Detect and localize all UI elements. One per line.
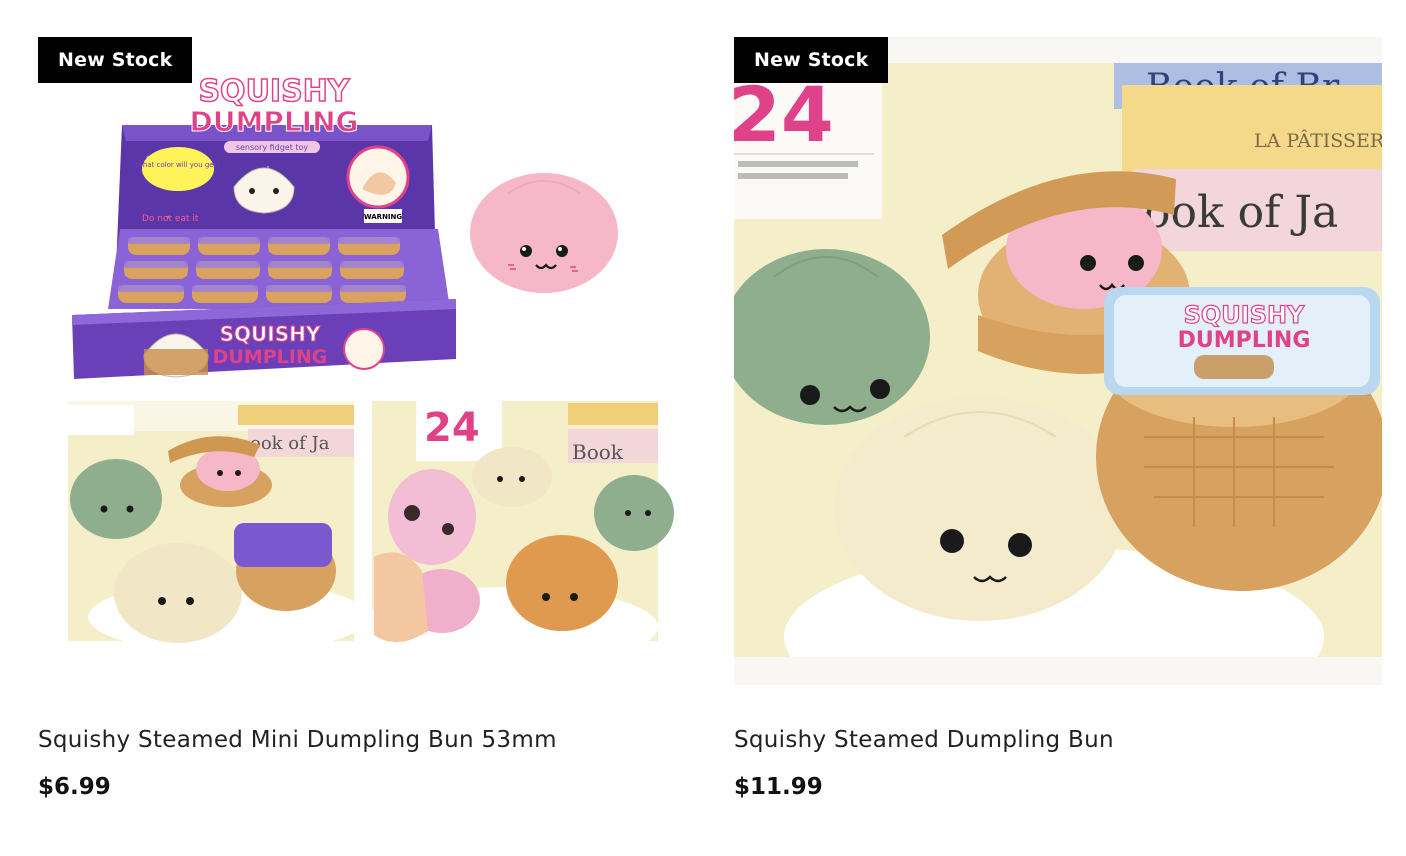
box-bubble-text: What color will you get?: [136, 161, 220, 169]
box-warning-text: Do not eat it: [142, 214, 199, 224]
books: Book of Br LA PÂTISSER ook of Ja: [1114, 63, 1382, 251]
product-title[interactable]: Squishy Steamed Dumpling Bun: [734, 727, 1382, 753]
box-tagline: sensory fidget toy: [236, 143, 309, 152]
product-image-link[interactable]: New Stock SQUISHY DUMPLING sensory fidge…: [38, 37, 686, 685]
box-front-logo-line2: DUMPLING: [213, 346, 328, 368]
new-stock-badge: New Stock: [38, 37, 193, 83]
box-front-logo-line1: SQUISHY: [220, 322, 321, 346]
product-title[interactable]: Squishy Steamed Mini Dumpling Bun 53mm: [38, 727, 686, 753]
box-logo-line2: DUMPLING: [189, 105, 358, 138]
boxed-steamer: SQUISHY DUMPLING: [1096, 287, 1382, 591]
product-image-link[interactable]: New Stock Book of Br LA PÂTISSER ook of …: [734, 37, 1382, 685]
lifestyle-photo-left: ook of Ja: [68, 401, 368, 653]
product-image-collage: SQUISHY DUMPLING sensory fidget toy What…: [68, 73, 674, 667]
calendar-number: 24: [734, 70, 834, 159]
cream-bun: [834, 397, 1126, 621]
pink-bun-photo: [470, 173, 618, 293]
product-card[interactable]: New Stock Book of Br LA PÂTISSER ook of …: [734, 37, 1382, 800]
product-price: $11.99: [734, 774, 823, 800]
box-warning-label: WARNING: [364, 213, 403, 221]
box-logo-line1: SQUISHY: [198, 74, 350, 109]
product-price: $6.99: [38, 774, 111, 800]
product-image-photo: Book of Br LA PÂTISSER ook of Ja 24: [734, 37, 1382, 685]
svg-text:24: 24: [424, 405, 480, 451]
svg-text:Book: Book: [572, 440, 624, 464]
lifestyle-photo-right: 24 Book: [358, 401, 674, 667]
calendar-card: 24: [734, 63, 882, 219]
sleeve-logo-line1: SQUISHY: [1184, 301, 1305, 329]
sleeve-logo-line2: DUMPLING: [1178, 328, 1311, 353]
book-text-2: LA PÂTISSER: [1254, 129, 1382, 152]
svg-text:ook of Ja: ook of Ja: [250, 433, 330, 454]
product-card[interactable]: New Stock SQUISHY DUMPLING sensory fidge…: [38, 37, 686, 800]
display-box-photo: SQUISHY DUMPLING sensory fidget toy What…: [72, 73, 456, 379]
new-stock-badge: New Stock: [734, 37, 889, 83]
